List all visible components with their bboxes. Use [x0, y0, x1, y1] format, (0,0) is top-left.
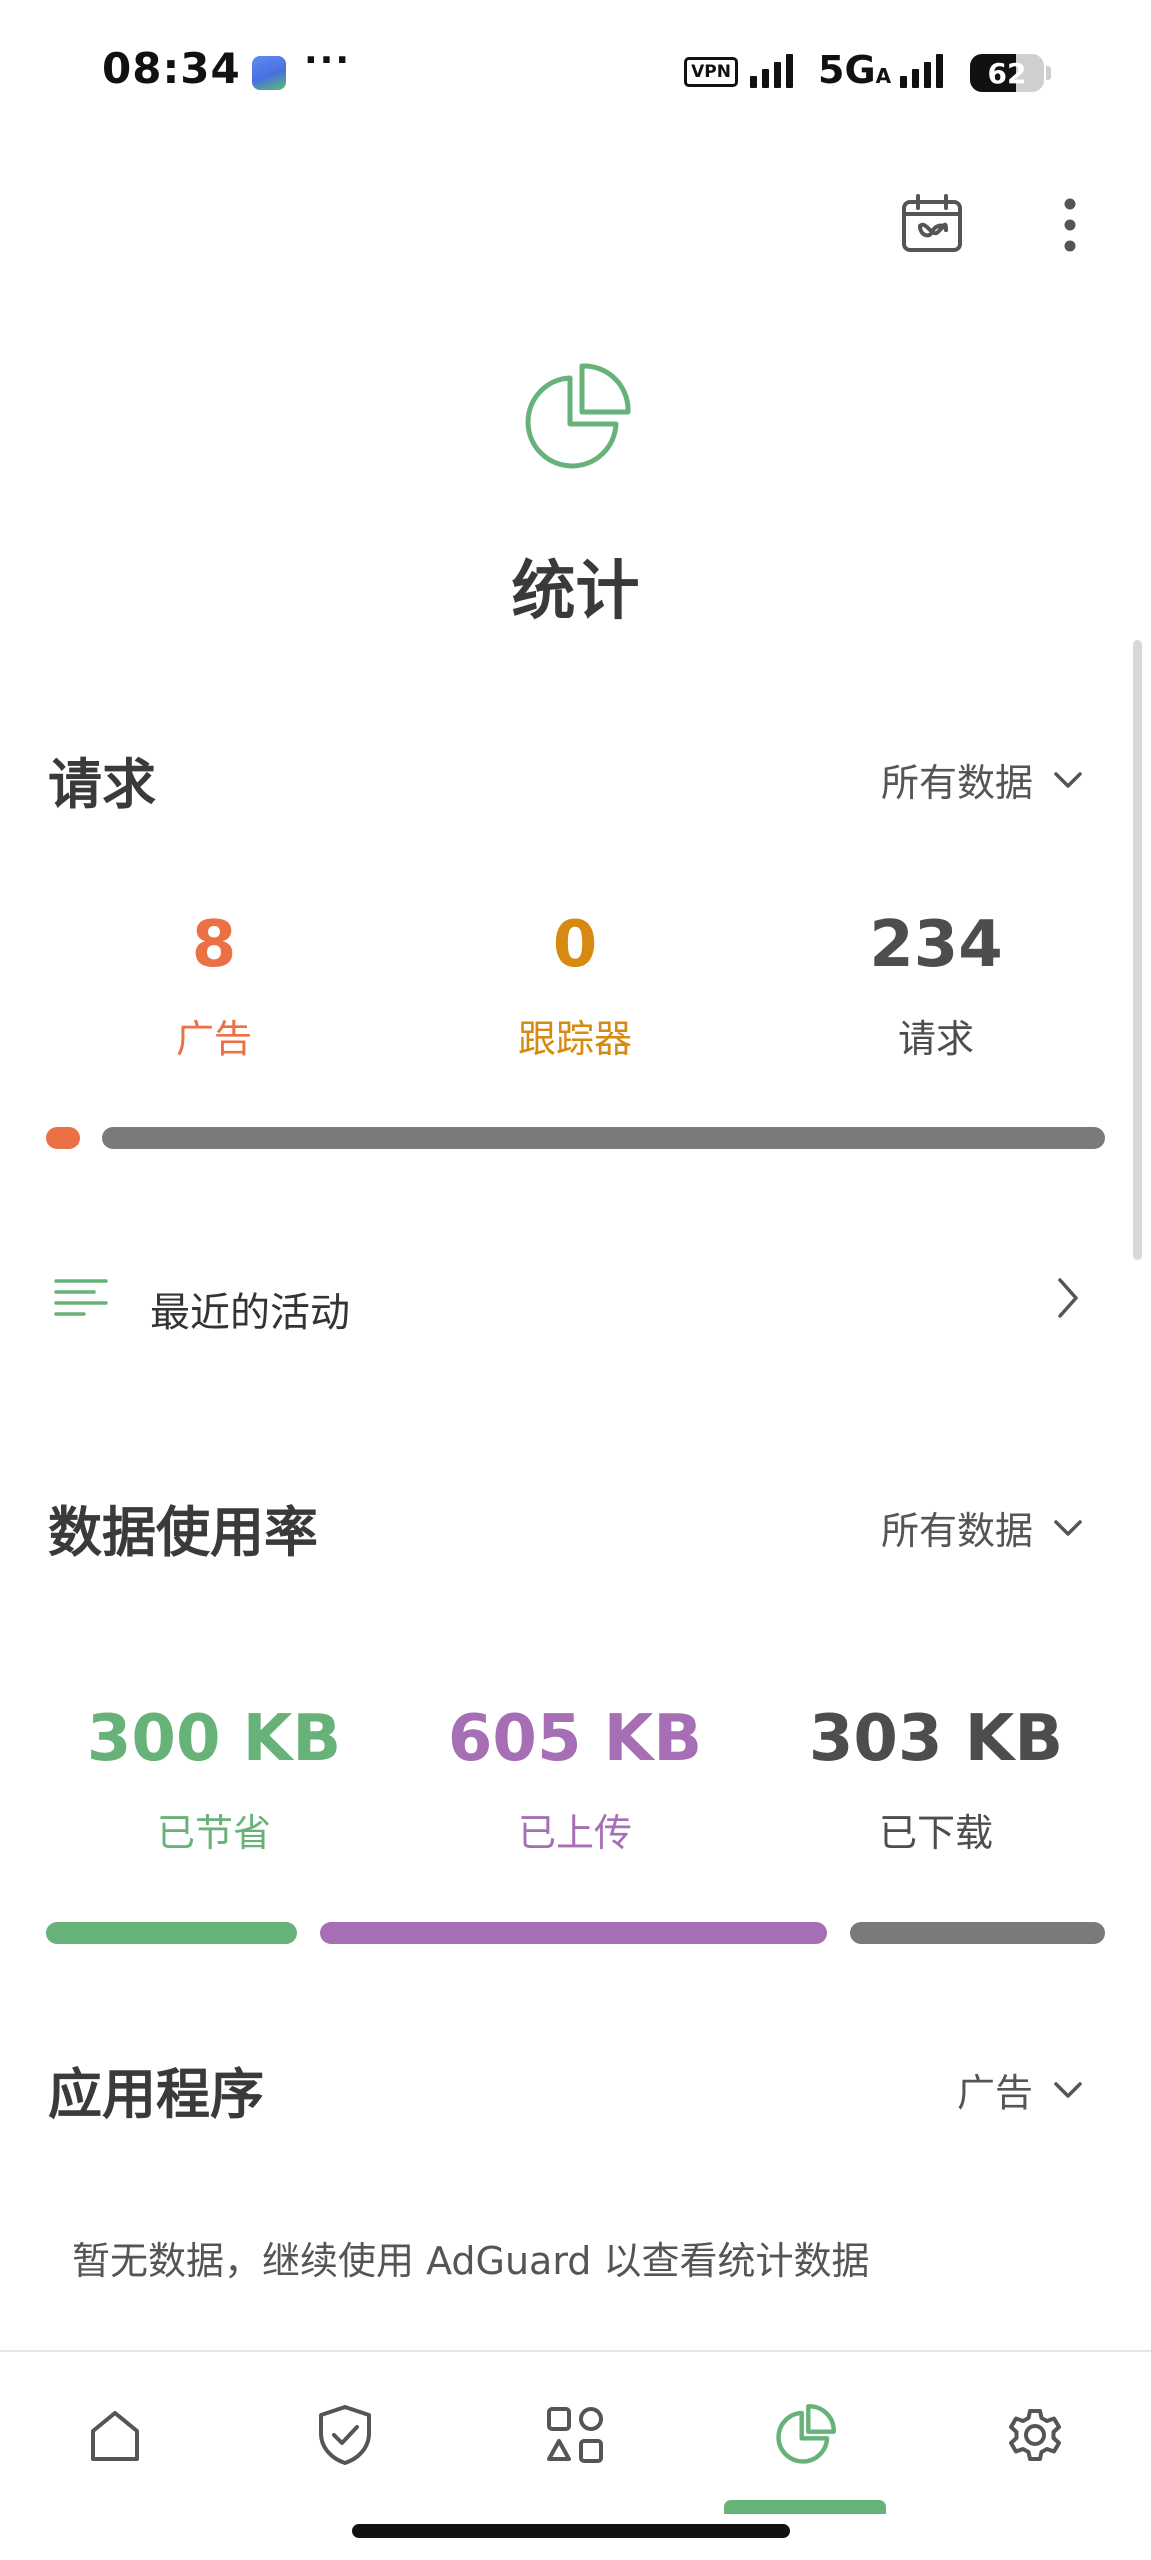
downloaded-bar: [850, 1922, 1105, 1944]
home-icon: [91, 2411, 139, 2461]
nav-apps[interactable]: [510, 2390, 640, 2480]
bottom-nav-divider: [0, 2350, 1151, 2352]
trackers-label: 跟踪器: [517, 1017, 632, 1061]
network-label: 5G: [818, 48, 876, 92]
saved-label: 已节省: [156, 1811, 271, 1855]
chevron-down-icon: [1054, 771, 1082, 788]
requests-filter-label: 所有数据: [880, 761, 1033, 805]
trackers-count: 0: [552, 908, 598, 982]
battery-tip: [1046, 66, 1051, 80]
scrollbar[interactable]: [1133, 640, 1142, 1260]
data-usage-filter-dropdown[interactable]: 所有数据: [881, 1500, 1083, 1555]
page-title: 统计: [511, 555, 640, 629]
shield-check-icon: [319, 2405, 371, 2465]
apps-empty-message: 暂无数据，继续使用 AdGuard 以查看统计数据: [72, 2239, 870, 2283]
status-time: 08:34: [102, 44, 241, 93]
requests-filter-dropdown[interactable]: 所有数据: [881, 752, 1083, 807]
apps-icon: [547, 2407, 603, 2463]
data-usage-filter-label: 所有数据: [880, 1509, 1033, 1553]
data-usage-section-title: 数据使用率: [48, 1501, 318, 1564]
requests-section-title: 请求: [48, 753, 156, 816]
battery-indicator: 62: [970, 54, 1044, 92]
nav-home[interactable]: [50, 2390, 180, 2480]
saved-amount: 300 KB: [86, 1702, 342, 1776]
ads-label: 广告: [175, 1017, 252, 1061]
requests-label: 请求: [897, 1017, 974, 1061]
chevron-down-icon: [1054, 2081, 1082, 2098]
more-notifications-icon: ···: [304, 40, 352, 81]
notification-app-icon: [252, 56, 286, 90]
nav-protection[interactable]: [280, 2390, 410, 2480]
downloaded-amount: 303 KB: [808, 1702, 1064, 1776]
apps-filter-dropdown[interactable]: 广告: [957, 2062, 1083, 2117]
requests-bar: [102, 1127, 1105, 1149]
ads-count: 8: [191, 908, 237, 982]
recent-activity-label: 最近的活动: [150, 1290, 350, 1336]
network-type: 5GA: [818, 48, 891, 92]
nav-active-indicator: [724, 2500, 886, 2514]
chevron-right-icon: [1056, 1276, 1080, 1324]
uploaded-label: 已上传: [517, 1811, 632, 1855]
uploaded-bar: [320, 1922, 827, 1944]
requests-count: 234: [869, 908, 1003, 982]
nav-settings[interactable]: [970, 2390, 1100, 2480]
pie-chart-icon: [776, 2404, 836, 2464]
downloaded-label: 已下载: [878, 1811, 993, 1855]
signal-strength-icon-2: [900, 52, 943, 88]
chevron-down-icon: [1054, 1519, 1082, 1536]
list-icon: [54, 1278, 108, 1322]
apps-section-title: 应用程序: [48, 2063, 264, 2126]
signal-strength-icon: [750, 52, 793, 88]
more-vertical-icon[interactable]: [1050, 190, 1090, 260]
uploaded-amount: 605 KB: [447, 1702, 703, 1776]
calendar-icon[interactable]: [896, 188, 968, 260]
apps-filter-label: 广告: [956, 2071, 1033, 2115]
network-sub-label: A: [875, 64, 892, 88]
nav-statistics[interactable]: [740, 2390, 870, 2480]
vpn-badge: VPN: [684, 57, 738, 87]
ads-bar: [46, 1127, 80, 1149]
saved-bar: [46, 1922, 297, 1944]
pie-chart-icon: [518, 360, 634, 476]
system-home-indicator[interactable]: [352, 2524, 790, 2538]
settings-gear-icon: [1009, 2409, 1061, 2461]
